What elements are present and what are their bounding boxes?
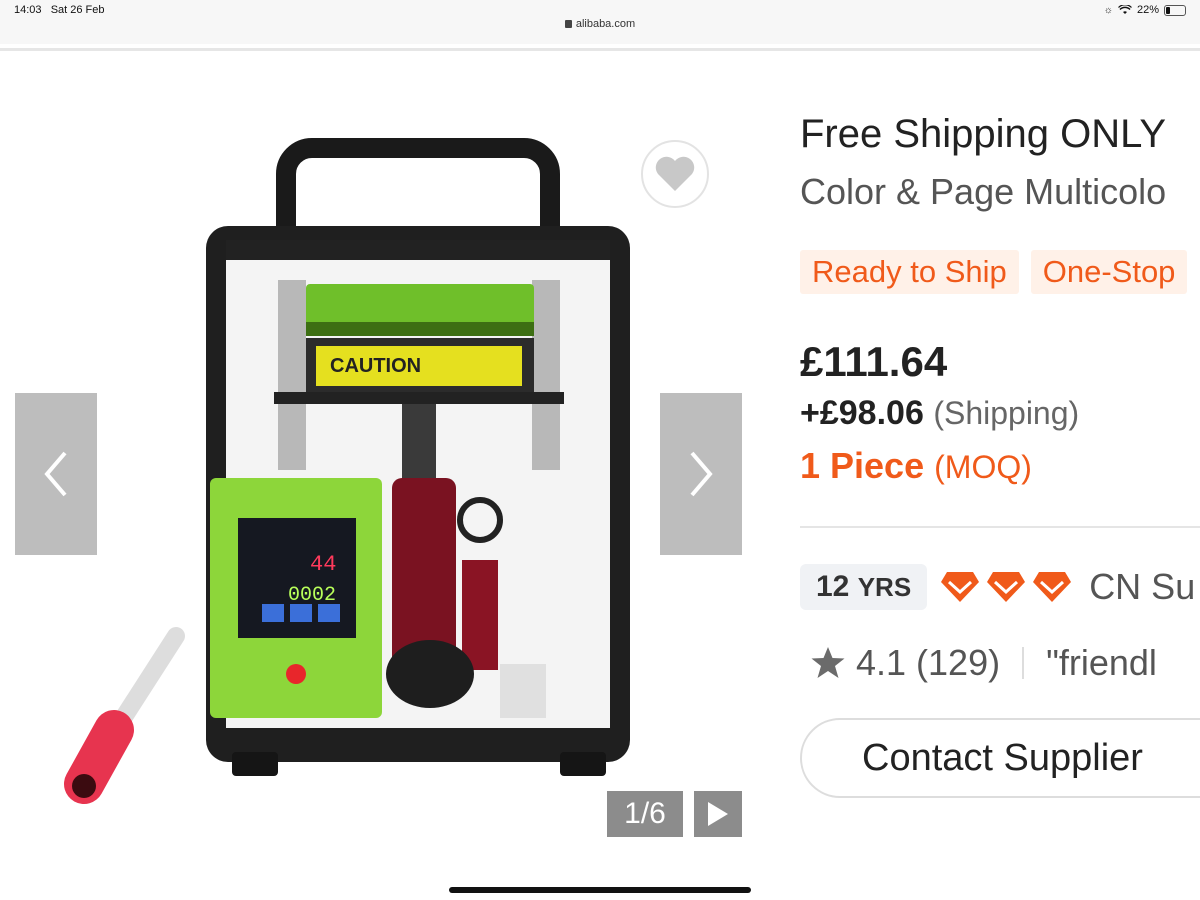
shipping-cost: +£98.06 (Shipping) (800, 394, 1079, 433)
chevron-left-icon (44, 451, 67, 497)
next-image-button[interactable] (660, 393, 742, 555)
url-text: alibaba.com (575, 18, 636, 30)
shipping-label: (Shipping) (933, 395, 1080, 431)
display-temp: 44 (310, 552, 336, 577)
status-bar: 14:03 Sat 26 Feb alibaba.com ☼ 22% (0, 0, 1200, 44)
supplier-diamonds (939, 570, 1073, 604)
tag-ready-to-ship: Ready to Ship (800, 250, 1019, 294)
product-info: Free Shipping ONLY Color & Page Multicol… (800, 54, 1200, 854)
wifi-icon (1118, 5, 1132, 14)
years-badge: 12 YRS (800, 564, 928, 610)
contact-supplier-button[interactable]: Contact Supplier (800, 718, 1200, 798)
info-divider (800, 526, 1200, 528)
date-text: Sat 26 Feb (50, 4, 105, 16)
battery-icon (1164, 4, 1186, 16)
product-title[interactable]: Free Shipping ONLY (800, 112, 1166, 157)
star-icon (811, 647, 845, 678)
review-count: (129) (916, 642, 1001, 683)
address-bar[interactable]: alibaba.com (0, 18, 1200, 30)
caution-label: CAUTION (330, 355, 421, 377)
battery-percent: 22% (1136, 4, 1159, 16)
display-timer: 0002 (288, 584, 336, 607)
diamond-icon (987, 572, 1026, 602)
time-text: 14:03 (14, 4, 42, 16)
product-tags: Ready to Ship One-Stop (800, 250, 1188, 294)
moq-value: 1 Piece (800, 445, 925, 486)
status-indicators: ☼ 22% (1104, 4, 1186, 16)
chevron-right-icon (690, 451, 713, 497)
diamond-icon (1033, 572, 1072, 602)
image-counter: 1/6 (607, 791, 683, 837)
previous-image-button[interactable] (15, 393, 97, 555)
rating-value: 4.1 (856, 642, 907, 683)
product-subtitle: Color & Page Multicolo (800, 171, 1167, 212)
favorite-button[interactable] (641, 140, 709, 208)
header-divider (0, 48, 1200, 51)
rating-separator (1022, 647, 1025, 679)
diamond-icon (941, 572, 980, 602)
years-number: 12 (816, 570, 850, 603)
review-quote: "friendl (1046, 642, 1157, 683)
supplier-summary[interactable]: 12 YRS CN Su (800, 564, 1195, 610)
product-gallery: CAUTION 44 0002 1/6 (0, 54, 760, 854)
supplier-country: CN Su (1089, 566, 1196, 607)
supplier-rating[interactable]: 4.1 (129) "friendl (810, 642, 1157, 684)
moq-label: (MOQ) (934, 449, 1032, 485)
contact-supplier-label: Contact Supplier (862, 736, 1143, 779)
tag-one-stop: One-Stop (1030, 250, 1188, 294)
play-video-button[interactable] (694, 791, 742, 837)
shipping-price: +£98.06 (800, 394, 924, 432)
play-icon (708, 802, 728, 826)
brightness-icon: ☼ (1103, 4, 1113, 16)
home-indicator[interactable] (449, 887, 751, 893)
heart-icon (655, 156, 695, 191)
status-time: 14:03 Sat 26 Feb (14, 4, 105, 16)
lock-icon (564, 20, 572, 28)
min-order-quantity: 1 Piece (MOQ) (800, 445, 1032, 487)
product-price: £111.64 (800, 338, 948, 385)
years-unit: YRS (857, 572, 912, 602)
